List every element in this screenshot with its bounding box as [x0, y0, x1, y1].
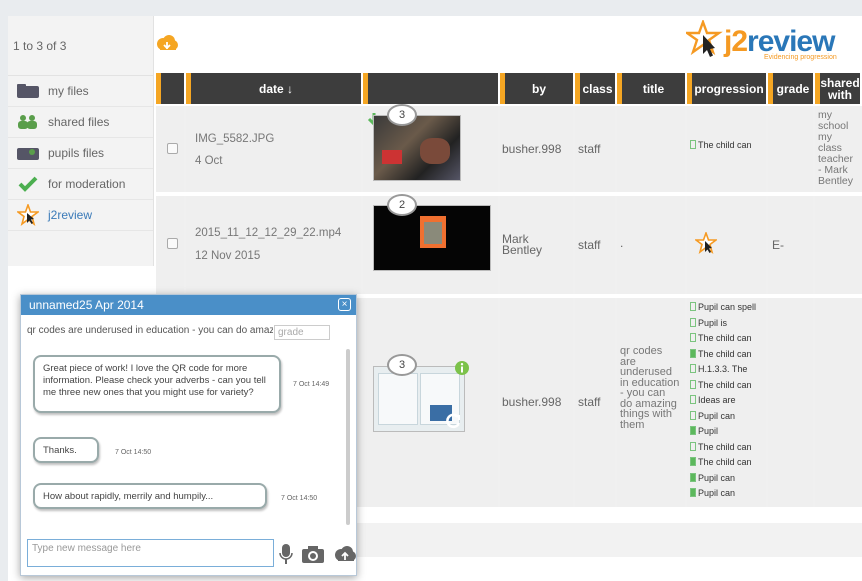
header-select [156, 73, 184, 104]
progression-item[interactable]: Pupil [690, 424, 766, 440]
video-thumbnail[interactable] [373, 205, 491, 271]
progression-item[interactable]: The child can [690, 378, 766, 394]
chat-message: How about rapidly, merrily and humpily..… [33, 483, 267, 509]
folder-icon [8, 84, 48, 98]
compose-tools [279, 543, 357, 565]
file-name[interactable]: 2015_11_12_12_29_22.mp4 [195, 222, 341, 244]
class-name: staff [578, 238, 601, 252]
comment-count-bubble[interactable]: 2 [387, 194, 417, 216]
file-date: 12 Nov 2015 [195, 250, 261, 262]
comment-chat-window: unnamed25 Apr 2014 × qr codes are underu… [20, 294, 357, 576]
sidebar-item-shared-files[interactable]: shared files [8, 107, 153, 138]
header-shared-with[interactable]: shared with [815, 73, 860, 104]
shared-with: my school my class teacher - Mark Bentle… [815, 106, 860, 192]
progression-item[interactable]: The child can [687, 138, 752, 154]
table-row[interactable]: 2015_11_12_12_29_22.mp4 12 Nov 2015 2 Ma… [156, 194, 862, 294]
header-by[interactable]: by [500, 73, 573, 104]
image-thumbnail[interactable] [373, 115, 461, 181]
message-time: 7 Oct 14:50 [115, 449, 152, 456]
message-list: Great piece of work! I love the QR code … [27, 349, 345, 529]
people-icon [8, 114, 48, 130]
header-date[interactable]: date ↓ [186, 73, 361, 104]
header-progression[interactable]: progression [687, 73, 766, 104]
chat-message: Great piece of work! I love the QR code … [33, 355, 281, 413]
chat-message: Thanks. [33, 437, 99, 463]
info-icon[interactable] [454, 360, 470, 376]
header-thumbnail [363, 73, 498, 104]
shared-with [815, 298, 860, 507]
image-thumbnail[interactable] [373, 366, 465, 432]
message-input[interactable]: Type new message here [27, 539, 274, 567]
sidebar-item-pupils-files[interactable]: pupils files [8, 138, 153, 169]
j2review-star-icon[interactable] [695, 232, 717, 256]
progression-item[interactable]: Pupil can spell [690, 300, 766, 316]
pupils-icon [8, 146, 48, 160]
progression-item[interactable]: The child can [690, 440, 766, 456]
checkmark-icon [8, 176, 48, 192]
progression-item[interactable]: H.1.3.3. The [690, 362, 766, 378]
progression-item[interactable]: The child can [690, 455, 766, 471]
owner: Mark Bentley [502, 232, 543, 257]
upload-icon[interactable] [333, 545, 357, 563]
logo-star-icon [686, 20, 723, 57]
comment-count-bubble[interactable]: 3 [387, 354, 417, 376]
rotate-icon[interactable] [446, 413, 462, 429]
table-row[interactable]: IMG_5582.JPG 4 Oct 3 busher.998 staff Th… [156, 104, 862, 192]
message-time: 7 Oct 14:49 [293, 381, 330, 388]
chat-subject: qr codes are underused in education - yo… [27, 325, 273, 336]
owner: busher.998 [502, 395, 562, 409]
chat-scrollbar[interactable] [346, 349, 350, 525]
progression-item[interactable]: Pupil can [690, 471, 766, 487]
shared-with [815, 196, 860, 294]
j2review-logo: j2review Evidencing progression [686, 20, 837, 64]
progression-list: Pupil can spell Pupil is The child can T… [687, 298, 766, 507]
row-checkbox[interactable] [167, 143, 178, 154]
class-name: staff [578, 395, 601, 409]
message-time: 7 Oct 14:50 [281, 495, 318, 502]
sidebar-item-for-moderation[interactable]: for moderation [8, 169, 153, 200]
grade [768, 298, 813, 507]
microphone-icon[interactable] [279, 543, 293, 565]
close-icon[interactable]: × [338, 298, 351, 311]
camera-icon[interactable] [301, 544, 325, 564]
progression-item[interactable]: Ideas are [690, 393, 766, 409]
star-cursor-icon [8, 204, 48, 226]
file-date: 4 Oct [195, 155, 223, 167]
header-title[interactable]: title [617, 73, 685, 104]
table-header: date ↓ by class title progression grade … [156, 73, 862, 104]
header-class[interactable]: class [575, 73, 615, 104]
owner: busher.998 [502, 142, 562, 156]
chat-title: unnamed25 Apr 2014 [29, 298, 144, 312]
file-name[interactable]: IMG_5582.JPG [195, 128, 274, 150]
grade: E- [772, 238, 784, 252]
progression-item[interactable]: The child can [690, 347, 766, 363]
title: . [620, 236, 624, 250]
progression-item[interactable]: The child can [690, 331, 766, 347]
title[interactable]: qr codes are underused in education - yo… [620, 346, 680, 431]
progression-item[interactable]: Pupil is [690, 316, 766, 332]
file-count: 1 to 3 of 3 [8, 16, 153, 76]
chat-header: unnamed25 Apr 2014 × [21, 295, 356, 315]
header-grade[interactable]: grade [768, 73, 813, 104]
app-frame: 1 to 3 of 3 my files shared files pupils… [8, 16, 862, 581]
sidebar: 1 to 3 of 3 my files shared files pupils… [8, 16, 154, 266]
sidebar-item-j2review[interactable]: j2review [8, 200, 153, 231]
grade-input[interactable]: grade [274, 325, 330, 340]
comment-count-bubble[interactable]: 3 [387, 104, 417, 126]
progression-item[interactable]: Pupil can [690, 409, 766, 425]
sidebar-item-my-files[interactable]: my files [8, 76, 153, 107]
row-checkbox[interactable] [167, 238, 178, 249]
progression-item[interactable]: Pupil can [690, 486, 766, 502]
class-name: staff [578, 142, 601, 156]
upload-cloud-icon[interactable] [155, 34, 179, 57]
